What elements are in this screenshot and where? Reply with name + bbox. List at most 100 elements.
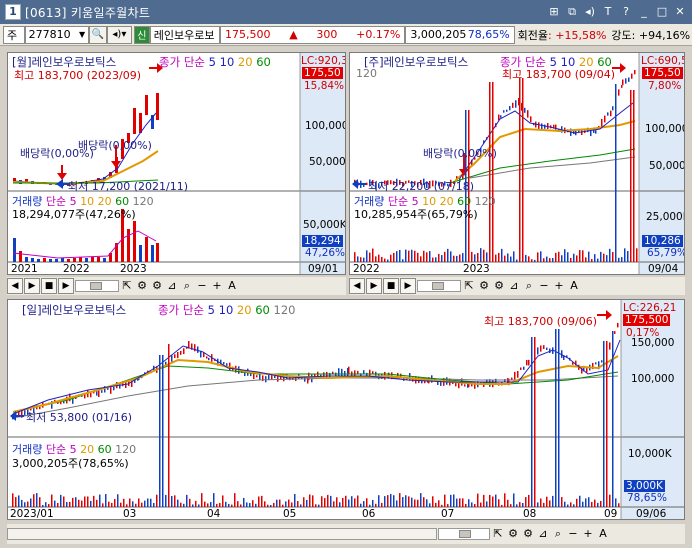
daily-xlabel-3: 04 [207,508,221,520]
scroll-left-button[interactable]: ◀ [7,278,23,294]
settings-icon[interactable]: ⚙ [506,526,520,542]
candle [363,370,365,374]
volume-bar [600,251,602,262]
minus-icon[interactable]: − [566,526,580,542]
link-icon[interactable]: ⊞ [546,4,562,20]
volume-bar [570,257,572,262]
help-icon[interactable]: ? [618,4,634,20]
crosshair-icon[interactable]: ⇱ [491,526,505,542]
monthly-volume-value: 18,294,077주(47,26%) [12,208,136,221]
play-back-button[interactable]: ▶ [366,278,382,294]
auto-icon[interactable]: A [225,278,239,294]
zoom-icon[interactable]: ⌕ [522,278,536,294]
plus-icon[interactable]: + [581,526,595,542]
zoom-icon[interactable]: ⌕ [180,278,194,294]
market-select[interactable]: 주 [3,25,25,44]
volume-bar [549,258,551,262]
volume-bar [390,254,392,262]
stock-code-input[interactable]: 277810 ▼ [24,25,90,44]
stop-button[interactable]: ■ [383,278,399,294]
volume-bar [486,501,488,507]
zoom-slider[interactable] [75,280,119,292]
trend-icon[interactable]: ⊿ [536,526,550,542]
monthly-pct: 15,84% [304,80,345,92]
trend-icon[interactable]: ⊿ [507,278,521,294]
volume-bar [384,258,386,262]
stop-button[interactable]: ■ [41,278,57,294]
candle [194,344,196,352]
candle [174,354,176,359]
volume-bar [459,498,461,507]
monthly-chart-panel[interactable]: [월]레인보우로보틱스 종가 단순 5 10 20 60 LC:920,3 17… [7,52,346,275]
candle [614,331,616,334]
candle [537,347,539,355]
plus-icon[interactable]: + [552,278,566,294]
minus-icon[interactable]: − [537,278,551,294]
zoom-icon[interactable]: ⌕ [551,526,565,542]
play-back-button[interactable]: ▶ [24,278,40,294]
volume-bar [555,329,557,507]
volume-bar [240,504,242,507]
daily-volume-pct: 78,65% [627,492,668,504]
volume-bar [510,504,512,507]
auto-icon[interactable]: A [596,526,610,542]
speaker-button[interactable]: ◂)▾ [106,25,133,44]
scroll-left-button[interactable]: ◀ [349,278,365,294]
crosshair-icon[interactable]: ⇱ [120,278,134,294]
plus-icon[interactable]: + [210,278,224,294]
volume-bar [501,504,503,507]
speaker-icon[interactable]: ◂) [582,4,598,20]
minimize-icon[interactable]: _ [636,4,652,20]
auto-icon[interactable]: A [567,278,581,294]
filter-icon[interactable]: ⚙ [150,278,164,294]
volume-bar [462,498,464,507]
scroll-right-button[interactable]: ▶ [58,278,74,294]
settings-icon[interactable]: ⚙ [477,278,491,294]
monthly-volume-pct: 47,26% [305,247,346,259]
zoom-slider[interactable] [417,280,461,292]
volume-bar [498,252,500,262]
volume-bar [540,498,542,507]
volume-bar [390,493,392,507]
crosshair-icon[interactable]: ⇱ [462,278,476,294]
volume-bar [483,249,485,262]
volume-bar [147,498,149,507]
volume-bar [417,499,419,507]
search-button[interactable]: 🔍 [89,25,107,44]
volume-bar [18,495,20,507]
copy-icon[interactable]: ⧉ [564,4,580,20]
volume-bar [234,493,236,507]
volume-bar [399,249,401,262]
volume-bar [291,502,293,507]
volume-bar [522,503,524,507]
close-icon[interactable]: ✕ [672,4,688,20]
volume-bar [624,248,626,262]
volume-bar [516,259,518,262]
weekly-chart-panel[interactable]: [주]레인보우로보틱스 종가 단순 5 10 20 60 120 LC:690,… [349,52,685,275]
minus-icon[interactable]: − [195,278,209,294]
volume-bar [531,337,533,507]
volume-bar [579,495,581,507]
volume-bar [438,253,440,262]
scroll-right-button[interactable]: ▶ [400,278,416,294]
window-controls: ⊞ ⧉ ◂) T ? _ □ ✕ [546,4,688,20]
chevron-down-icon[interactable]: ▼ [79,30,85,39]
volume-bar [420,493,422,507]
ma10-label: 10 [218,303,234,317]
volume-bar [366,498,368,507]
daily-chart-panel[interactable]: [일]레인보우로보틱스 종가 단순 5 10 20 60 120 LC:226,… [7,299,685,520]
weekly-title: [주]레인보우로보틱스 [364,55,469,69]
volume-bar [93,495,95,507]
candle [208,357,210,361]
filter-icon[interactable]: ⚙ [521,526,535,542]
trend-icon[interactable]: ⊿ [165,278,179,294]
daily-scrollbar[interactable] [7,528,437,540]
settings-icon[interactable]: ⚙ [135,278,149,294]
zoom-slider[interactable] [438,528,490,540]
filter-icon[interactable]: ⚙ [492,278,506,294]
volume-bar [60,494,62,507]
text-icon[interactable]: T [600,4,616,20]
weekly-volume-bars [354,78,638,262]
maximize-icon[interactable]: □ [654,4,670,20]
volume-bar [336,497,338,507]
